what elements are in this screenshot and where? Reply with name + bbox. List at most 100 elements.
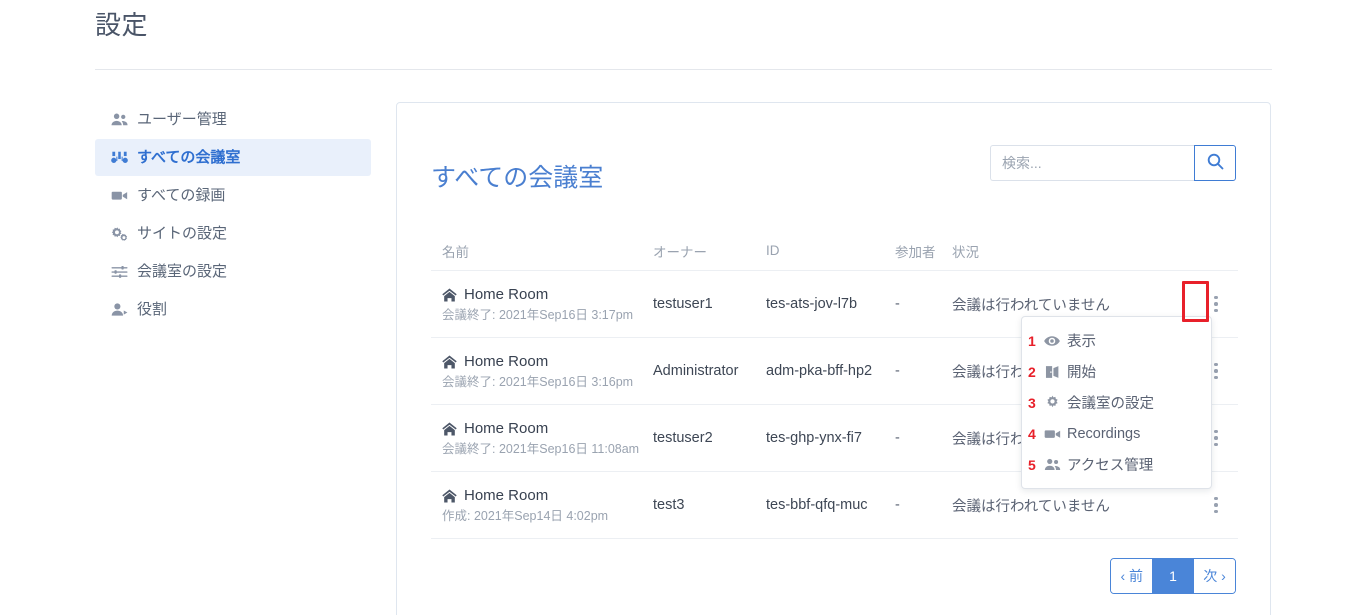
room-owner: Administrator bbox=[653, 363, 739, 379]
row-kebab-menu-button[interactable] bbox=[1205, 291, 1227, 317]
gear-icon bbox=[1041, 395, 1063, 410]
video-camera-icon bbox=[111, 189, 137, 202]
kebab-dot bbox=[1214, 496, 1218, 501]
room-id: tes-bbf-qfq-muc bbox=[766, 497, 868, 513]
dropdown-item-label: 会議室の設定 bbox=[1067, 396, 1154, 412]
users-icon bbox=[111, 112, 137, 127]
kebab-dot bbox=[1214, 308, 1218, 313]
row-actions-dropdown: 1 表示 2 開始 3 会議室の設定 4 Recordings 5 アクセス管理 bbox=[1021, 316, 1212, 489]
sliders-icon bbox=[111, 265, 137, 279]
sidebar-item-site-settings[interactable]: サイトの設定 bbox=[95, 215, 371, 252]
room-name-cell: Home Room 会議終了: 2021年Sep16日 11:08am bbox=[431, 419, 653, 457]
home-icon bbox=[442, 422, 457, 436]
sidebar: ユーザー管理 すべての会議室 すべての録画 サイトの設定 会議室の設定 役割 bbox=[95, 101, 371, 329]
annotation-number-4: 4 bbox=[1028, 425, 1036, 442]
pagination-prev[interactable]: ‹ 前 bbox=[1111, 559, 1153, 593]
sidebar-item-user-management[interactable]: ユーザー管理 bbox=[95, 101, 371, 138]
annotation-number-5: 5 bbox=[1028, 456, 1036, 473]
binoculars-icon bbox=[111, 150, 137, 165]
room-owner: test3 bbox=[653, 497, 685, 513]
home-icon bbox=[442, 489, 457, 503]
kebab-dot bbox=[1214, 442, 1218, 447]
page-title: 設定 bbox=[95, 10, 149, 40]
annotation-number-1: 1 bbox=[1028, 332, 1036, 349]
room-id: tes-ghp-ynx-fi7 bbox=[766, 430, 862, 446]
dropdown-item-label: 表示 bbox=[1067, 334, 1096, 350]
sidebar-item-all-recordings[interactable]: すべての録画 bbox=[95, 177, 371, 214]
room-name: Home Room bbox=[464, 420, 549, 437]
room-subtext: 会議終了: 2021年Sep16日 3:16pm bbox=[442, 375, 634, 389]
sidebar-item-label: すべての録画 bbox=[137, 186, 226, 204]
kebab-dot bbox=[1214, 429, 1218, 434]
room-name-cell: Home Room 会議終了: 2021年Sep16日 3:16pm bbox=[431, 352, 653, 390]
pagination: ‹ 前 1 次 › bbox=[1110, 558, 1236, 594]
room-id: tes-ats-jov-l7b bbox=[766, 296, 858, 312]
column-header-participants: 参加者 bbox=[895, 244, 936, 260]
dropdown-item-label: 開始 bbox=[1067, 365, 1096, 381]
dropdown-item-view[interactable]: 1 表示 bbox=[1022, 325, 1211, 356]
sidebar-item-label: 会議室の設定 bbox=[137, 262, 228, 280]
row-kebab-menu-button[interactable] bbox=[1205, 492, 1227, 518]
dropdown-item-label: Recordings bbox=[1067, 425, 1141, 442]
room-name-cell: Home Room 作成: 2021年Sep14日 4:02pm bbox=[431, 486, 653, 524]
user-tag-icon bbox=[111, 302, 137, 317]
column-header-status: 状況 bbox=[952, 244, 979, 260]
cogs-icon bbox=[111, 226, 137, 241]
sidebar-item-label: ユーザー管理 bbox=[137, 110, 227, 128]
room-name: Home Room bbox=[464, 353, 549, 370]
room-name: Home Room bbox=[464, 286, 549, 303]
column-header-id: ID bbox=[766, 243, 780, 258]
dropdown-item-label: アクセス管理 bbox=[1067, 458, 1154, 474]
dropdown-item-start[interactable]: 2 開始 bbox=[1022, 356, 1211, 387]
sidebar-item-label: サイトの設定 bbox=[137, 224, 228, 242]
kebab-dot bbox=[1214, 302, 1218, 306]
row-actions-cell bbox=[1194, 492, 1238, 518]
card-title: すべての会議室 bbox=[431, 163, 604, 192]
sidebar-item-label: すべての会議室 bbox=[137, 148, 241, 166]
dropdown-item-room-settings[interactable]: 3 会議室の設定 bbox=[1022, 387, 1211, 418]
sidebar-item-label: 役割 bbox=[137, 300, 168, 318]
settings-page: 設定 ユーザー管理 すべての会議室 すべての録画 サイトの設定 会議室の設定 役… bbox=[0, 0, 1366, 615]
room-subtext: 会議終了: 2021年Sep16日 11:08am bbox=[442, 442, 640, 456]
search-group bbox=[990, 145, 1236, 181]
home-icon bbox=[442, 288, 457, 302]
room-id: adm-pka-bff-hp2 bbox=[766, 363, 873, 379]
dropdown-item-recordings[interactable]: 4 Recordings bbox=[1022, 418, 1211, 449]
room-participants: - bbox=[895, 497, 900, 513]
room-name-cell: Home Room 会議終了: 2021年Sep16日 3:17pm bbox=[431, 285, 653, 323]
column-header-name: 名前 bbox=[442, 244, 469, 260]
eye-icon bbox=[1041, 335, 1063, 347]
sidebar-item-room-settings[interactable]: 会議室の設定 bbox=[95, 253, 371, 290]
room-owner: testuser2 bbox=[653, 430, 713, 446]
sidebar-item-roles[interactable]: 役割 bbox=[95, 291, 371, 328]
home-icon bbox=[442, 355, 457, 369]
search-input[interactable] bbox=[990, 145, 1194, 181]
kebab-dot bbox=[1214, 509, 1218, 514]
pagination-next[interactable]: 次 › bbox=[1194, 559, 1235, 593]
room-subtext: 作成: 2021年Sep14日 4:02pm bbox=[442, 509, 609, 523]
room-subtext: 会議終了: 2021年Sep16日 3:17pm bbox=[442, 308, 634, 322]
kebab-dot bbox=[1214, 375, 1218, 380]
column-header-owner: オーナー bbox=[653, 244, 707, 260]
sidebar-item-all-rooms[interactable]: すべての会議室 bbox=[95, 139, 371, 176]
room-status: 会議は行われていません bbox=[952, 297, 1110, 314]
search-button[interactable] bbox=[1194, 145, 1236, 181]
kebab-dot bbox=[1214, 503, 1218, 507]
annotation-number-3: 3 bbox=[1028, 394, 1036, 411]
room-participants: - bbox=[895, 363, 900, 379]
row-actions-cell bbox=[1194, 291, 1238, 317]
search-icon bbox=[1207, 153, 1224, 173]
kebab-dot bbox=[1214, 362, 1218, 367]
room-name: Home Room bbox=[464, 487, 549, 504]
pagination-page-1[interactable]: 1 bbox=[1153, 559, 1194, 593]
dropdown-item-access-management[interactable]: 5 アクセス管理 bbox=[1022, 449, 1211, 480]
video-camera-icon bbox=[1041, 428, 1063, 440]
annotation-number-2: 2 bbox=[1028, 363, 1036, 380]
door-open-icon bbox=[1041, 365, 1063, 379]
kebab-dot bbox=[1214, 295, 1218, 300]
room-owner: testuser1 bbox=[653, 296, 713, 312]
kebab-dot bbox=[1214, 436, 1218, 440]
table-header-row: 名前 オーナー ID 参加者 状況 bbox=[431, 231, 1238, 271]
users-icon bbox=[1041, 458, 1063, 471]
kebab-dot bbox=[1214, 369, 1218, 373]
